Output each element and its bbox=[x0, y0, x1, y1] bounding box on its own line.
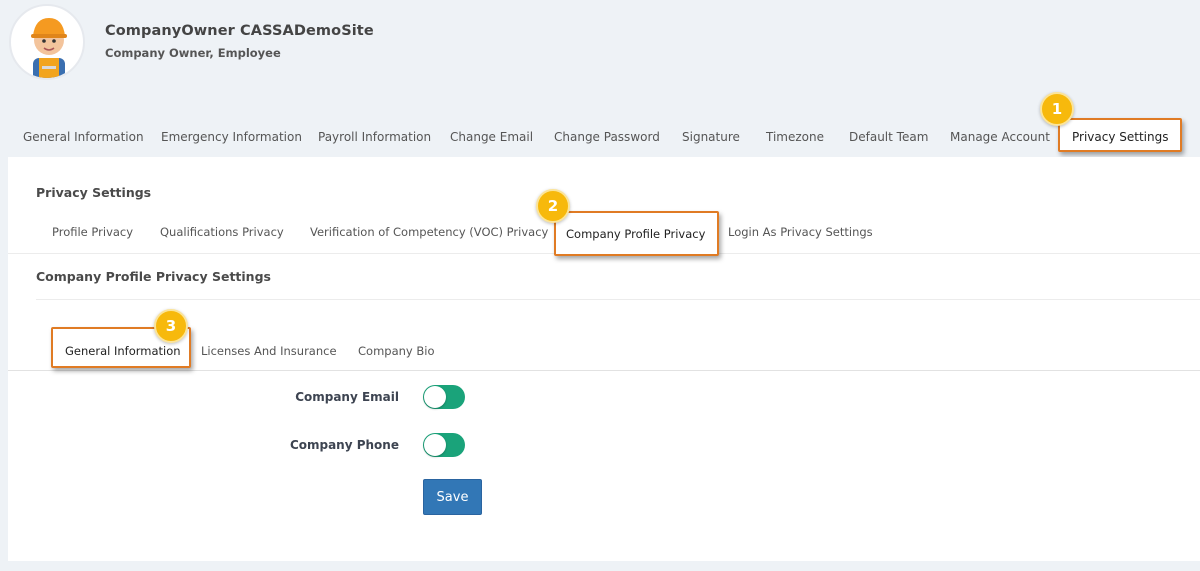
tab-timezone[interactable]: Timezone bbox=[766, 130, 824, 144]
company-phone-label: Company Phone bbox=[289, 438, 399, 452]
tab-company-bio[interactable]: Company Bio bbox=[358, 344, 435, 358]
tab-signature[interactable]: Signature bbox=[682, 130, 740, 144]
tab-change-password[interactable]: Change Password bbox=[554, 130, 660, 144]
user-roles: Company Owner, Employee bbox=[105, 46, 281, 60]
company-profile-privacy-title: Company Profile Privacy Settings bbox=[36, 269, 271, 284]
user-name: CompanyOwner CASSADemoSite bbox=[105, 23, 374, 39]
toggle-knob bbox=[424, 434, 446, 456]
privacy-settings-panel: Privacy Settings Profile Privacy Qualifi… bbox=[8, 157, 1200, 561]
avatar bbox=[9, 4, 85, 80]
main-tab-bar: General Information Emergency Informatio… bbox=[0, 118, 1200, 158]
tab-qualifications-privacy[interactable]: Qualifications Privacy bbox=[160, 225, 284, 239]
divider bbox=[36, 299, 1200, 300]
tab-company-profile-privacy[interactable]: Company Profile Privacy bbox=[554, 211, 720, 256]
tab-voc-privacy[interactable]: Verification of Competency (VOC) Privacy bbox=[310, 225, 548, 239]
step-badge-2: 2 bbox=[536, 189, 570, 223]
tab-privacy-settings[interactable]: Privacy Settings bbox=[1058, 118, 1183, 152]
step-badge-1: 1 bbox=[1040, 92, 1074, 126]
company-profile-tab-bar: General Information Licenses And Insuran… bbox=[8, 327, 1200, 371]
company-email-toggle[interactable] bbox=[423, 385, 465, 409]
step-badge-3: 3 bbox=[154, 309, 188, 343]
tab-payroll-information[interactable]: Payroll Information bbox=[318, 130, 431, 144]
tab-profile-privacy[interactable]: Profile Privacy bbox=[52, 225, 133, 239]
privacy-settings-title: Privacy Settings bbox=[36, 185, 152, 200]
tab-login-as-privacy-settings[interactable]: Login As Privacy Settings bbox=[728, 225, 873, 239]
tab-licenses-and-insurance[interactable]: Licenses And Insurance bbox=[201, 344, 337, 358]
privacy-sub-tab-bar: Profile Privacy Qualifications Privacy V… bbox=[8, 211, 1200, 256]
toggle-knob bbox=[424, 386, 446, 408]
company-email-label: Company Email bbox=[295, 390, 399, 404]
tab-manage-account[interactable]: Manage Account bbox=[950, 130, 1050, 144]
tab-change-email[interactable]: Change Email bbox=[450, 130, 533, 144]
tab-default-team[interactable]: Default Team bbox=[849, 130, 928, 144]
save-button[interactable]: Save bbox=[423, 479, 482, 515]
tab-emergency-information[interactable]: Emergency Information bbox=[161, 130, 302, 144]
worker-avatar-icon bbox=[31, 18, 67, 78]
tab-general-information[interactable]: General Information bbox=[23, 130, 144, 144]
company-phone-toggle[interactable] bbox=[423, 433, 465, 457]
